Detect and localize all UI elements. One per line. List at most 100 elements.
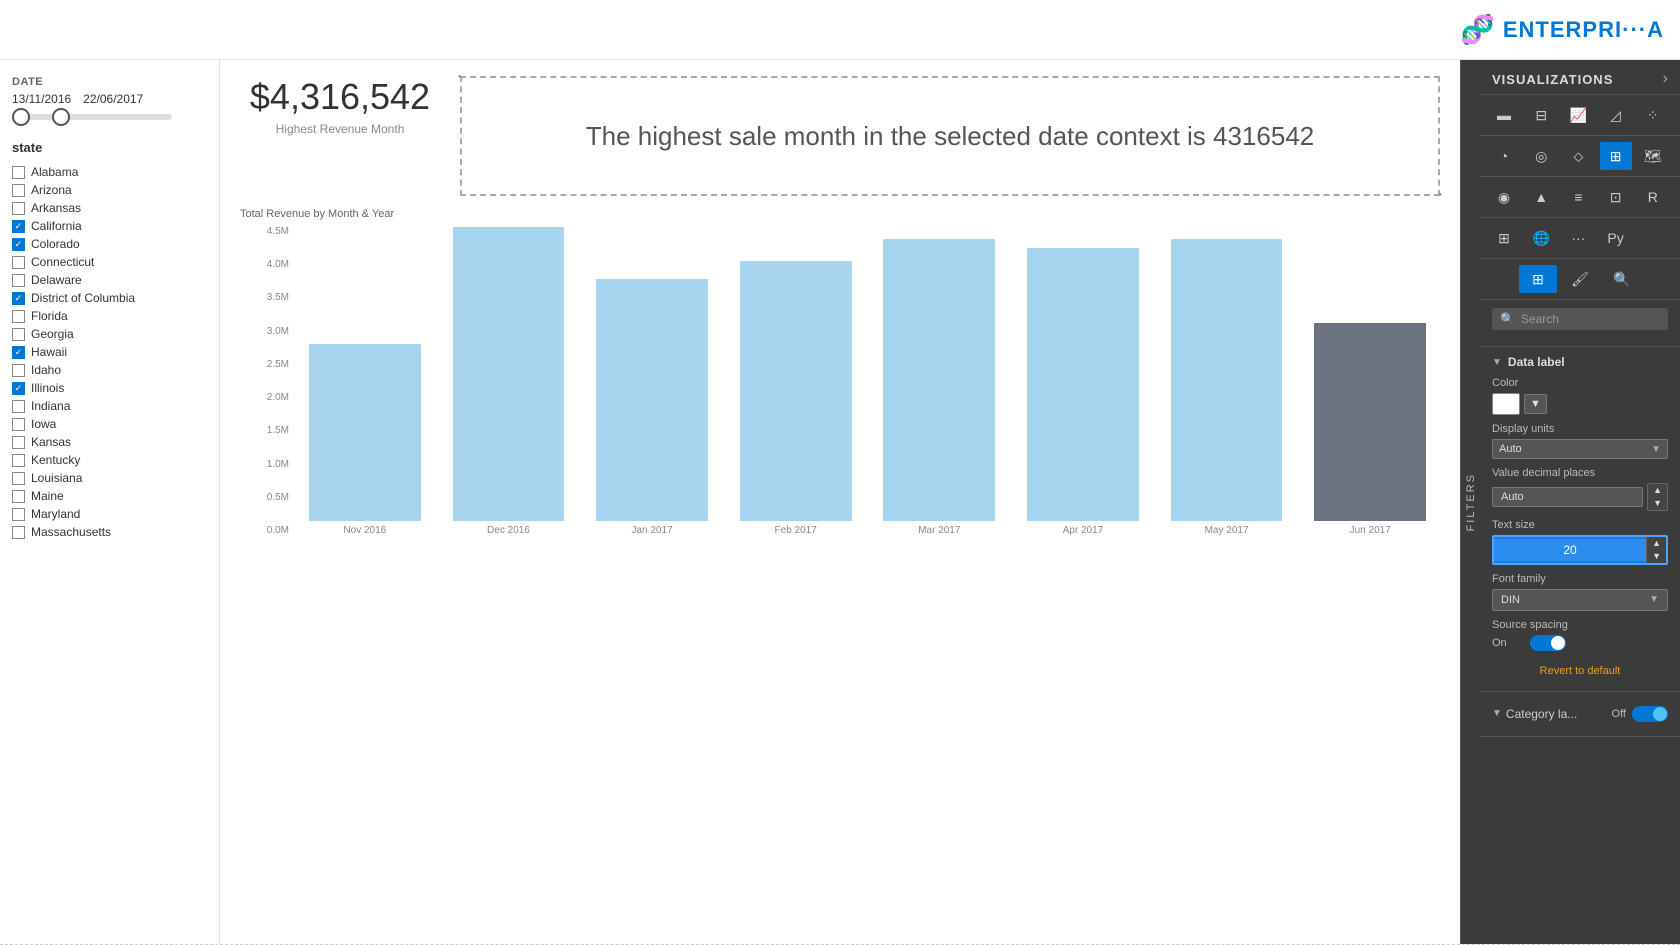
decimal-stepper[interactable]: ▲ ▼ [1647,483,1668,511]
category-toggle[interactable] [1632,706,1668,722]
text-size-up[interactable]: ▲ [1647,537,1666,550]
viz-icon-card[interactable]: R [1637,183,1669,211]
font-family-dropdown[interactable]: DIN ▼ [1492,589,1668,611]
state-checkbox[interactable] [12,526,25,539]
source-spacing-toggle-row: On [1492,635,1668,651]
viz-icon-globe[interactable]: 🌐 [1525,224,1557,252]
y-axis-label: 0.0M [267,525,289,536]
state-checkbox[interactable] [12,508,25,521]
viz-icon-more[interactable]: ··· [1562,224,1594,252]
decimal-up[interactable]: ▲ [1648,484,1667,497]
viz-icon-bar[interactable]: ▬ [1488,101,1520,129]
state-item[interactable]: Kentucky [12,451,207,469]
bar-group[interactable]: Nov 2016 [295,226,435,536]
category-label-header[interactable]: ▼ Category la... [1492,707,1577,721]
viz-icon-scatter[interactable]: ⁘ [1637,101,1669,129]
state-item[interactable]: Kansas [12,433,207,451]
filters-tab[interactable]: FILTERS [1460,60,1480,944]
data-label-header[interactable]: ▼ Data label [1492,355,1668,369]
bar-group[interactable]: May 2017 [1157,226,1297,536]
text-box[interactable]: The highest sale month in the selected d… [460,76,1440,196]
color-swatch[interactable] [1492,393,1520,415]
state-checkbox[interactable] [12,436,25,449]
viz-panel-close-button[interactable]: › [1663,70,1668,88]
viz-icon-custom1[interactable]: ⊞ [1488,224,1520,252]
state-checkbox[interactable] [12,292,25,305]
kpi-card: $4,316,542 Highest Revenue Month [240,76,440,136]
bar-group[interactable]: Jan 2017 [582,226,722,536]
state-item[interactable]: Colorado [12,235,207,253]
viz-icon-line[interactable]: 📈 [1562,101,1594,129]
viz-icon-pie[interactable]: ◔ [1488,142,1520,170]
state-item[interactable]: Georgia [12,325,207,343]
source-spacing-toggle[interactable] [1530,635,1566,651]
state-checkbox[interactable] [12,166,25,179]
color-dropdown-btn[interactable]: ▼ [1524,394,1547,414]
state-checkbox[interactable] [12,364,25,377]
state-checkbox[interactable] [12,346,25,359]
state-checkbox[interactable] [12,220,25,233]
viz-search-input[interactable] [1521,312,1660,326]
bar-group[interactable]: Apr 2017 [1013,226,1153,536]
state-item[interactable]: Arkansas [12,199,207,217]
viz-icon-table[interactable]: ⊞ [1600,142,1632,170]
date-slider-right-handle[interactable] [52,108,70,126]
state-item[interactable]: Iowa [12,415,207,433]
bar-group[interactable]: Mar 2017 [870,226,1010,536]
date-slider-track[interactable] [12,114,172,120]
state-item[interactable]: Indiana [12,397,207,415]
viz-icon-py[interactable]: Py [1600,224,1632,252]
state-checkbox[interactable] [12,490,25,503]
state-item[interactable]: Illinois [12,379,207,397]
state-item[interactable]: Arizona [12,181,207,199]
state-checkbox[interactable] [12,454,25,467]
viz-icon-slicer[interactable]: ≡ [1562,183,1594,211]
viz-search-box[interactable]: 🔍 [1492,308,1668,330]
revert-to-default[interactable]: Revert to default [1492,659,1668,683]
viz-icon-funnel[interactable]: ⬦ [1562,142,1594,170]
viz-icon-bar2[interactable]: ⊟ [1525,101,1557,129]
text-size-down[interactable]: ▼ [1647,550,1666,563]
viz-icon-gauge[interactable]: ◉ [1488,183,1520,211]
state-item[interactable]: Maine [12,487,207,505]
viz-tab-format[interactable]: 🖌 [1561,265,1599,293]
bar-group[interactable]: Jun 2017 [1300,226,1440,536]
bar-group[interactable]: Dec 2016 [439,226,579,536]
viz-icon-matrix[interactable]: ⊡ [1600,183,1632,211]
display-units-dropdown[interactable]: Auto ▼ [1492,439,1668,459]
state-item[interactable]: Maryland [12,505,207,523]
state-item[interactable]: Idaho [12,361,207,379]
state-item[interactable]: Louisiana [12,469,207,487]
state-item[interactable]: Massachusetts [12,523,207,541]
viz-icon-kpi[interactable]: ▲ [1525,183,1557,211]
viz-icon-map[interactable]: 🗺 [1637,142,1669,170]
state-checkbox[interactable] [12,202,25,215]
state-checkbox[interactable] [12,238,25,251]
state-item[interactable]: Florida [12,307,207,325]
bar [1314,323,1426,521]
state-item[interactable]: District of Columbia [12,289,207,307]
state-checkbox[interactable] [12,256,25,269]
state-item[interactable]: Connecticut [12,253,207,271]
state-checkbox[interactable] [12,400,25,413]
viz-tab-analytics[interactable]: 🔍 [1603,265,1641,293]
state-checkbox[interactable] [12,472,25,485]
state-checkbox[interactable] [12,274,25,287]
state-item[interactable]: Alabama [12,163,207,181]
state-item[interactable]: California [12,217,207,235]
state-checkbox[interactable] [12,382,25,395]
state-checkbox[interactable] [12,310,25,323]
viz-icon-donut[interactable]: ◎ [1525,142,1557,170]
state-checkbox[interactable] [12,184,25,197]
viz-tab-fields[interactable]: ⊞ [1519,265,1557,293]
bar-group[interactable]: Feb 2017 [726,226,866,536]
state-item[interactable]: Hawaii [12,343,207,361]
viz-icons-grid-2: ◔ ◎ ⬦ ⊞ 🗺 [1480,136,1680,177]
text-size-stepper[interactable]: 20 ▲ ▼ [1492,535,1668,565]
state-item[interactable]: Delaware [12,271,207,289]
viz-icon-area[interactable]: ◿ [1600,101,1632,129]
date-slider-left-handle[interactable] [12,108,30,126]
decimal-down[interactable]: ▼ [1648,497,1667,510]
state-checkbox[interactable] [12,418,25,431]
state-checkbox[interactable] [12,328,25,341]
